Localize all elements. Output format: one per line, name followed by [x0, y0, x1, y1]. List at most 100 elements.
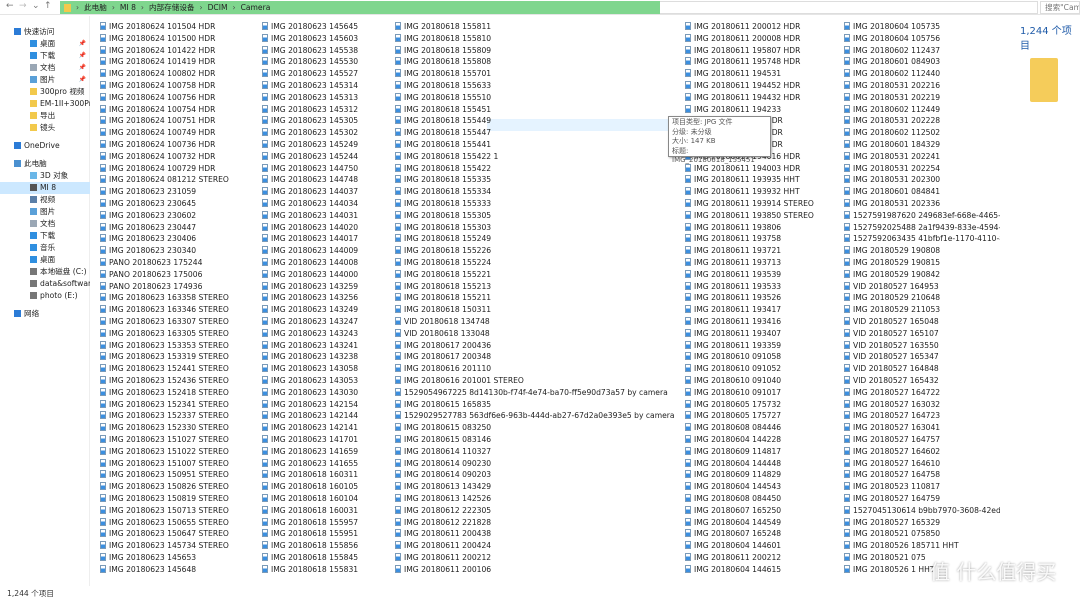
sidebar-item[interactable]: 3D 对象 — [0, 170, 90, 182]
file-item[interactable]: IMG 20180611 195748 HDR — [685, 56, 840, 67]
file-item[interactable]: IMG 20180618 155441 — [395, 139, 680, 150]
file-item[interactable]: HDR — [766, 115, 806, 126]
address-bar-empty[interactable] — [660, 1, 1038, 14]
file-item[interactable]: IMG 20180623 141659 — [262, 446, 387, 457]
file-item[interactable]: IMG 20180624 100749 HDR — [100, 127, 255, 138]
file-item[interactable]: IMG 20180531 202219 — [844, 92, 1000, 103]
file-item[interactable]: IMG 20180611 200212 — [395, 552, 680, 563]
file-item[interactable]: IMG 20180623 143030 — [262, 387, 387, 398]
file-item[interactable]: IMG 20180604 144543 — [685, 481, 840, 492]
file-item[interactable]: IMG 20180623 150826 STEREO — [100, 481, 255, 492]
file-item[interactable]: VID 20180527 164953 — [844, 281, 1000, 292]
file-item[interactable]: IMG 20180624 100754 HDR — [100, 104, 255, 115]
file-item[interactable]: IMG 20180623 143249 — [262, 304, 387, 315]
file-item[interactable]: IMG 20180618 155224 — [395, 257, 680, 268]
file-item[interactable]: IMG 20180623 143238 — [262, 351, 387, 362]
file-item[interactable]: IMG 20180624 100736 HDR — [100, 139, 255, 150]
file-item[interactable]: IMG 20180623 144008 — [262, 257, 387, 268]
file-item[interactable]: IMG 20180607 165248 — [685, 528, 840, 539]
file-item[interactable]: IMG 20180615 165835 — [395, 399, 680, 410]
file-item[interactable]: IMG 20180623 150951 STEREO — [100, 469, 255, 480]
file-item[interactable]: IMG 20180618 155422 — [395, 163, 680, 174]
file-item[interactable]: IMG 20180618 155809 — [395, 45, 680, 56]
file-item[interactable]: PANO 20180623 175244 — [100, 257, 255, 268]
file-item[interactable]: IMG 20180611 194531 — [685, 68, 840, 79]
file-item[interactable]: IMG 20180623 230602 — [100, 210, 255, 221]
file-item[interactable]: IMG 20180612 222305 — [395, 505, 680, 516]
file-item[interactable]: IMG 20180618 155701 — [395, 68, 680, 79]
breadcrumb-separator-icon[interactable]: › — [76, 3, 79, 12]
file-item[interactable]: 1527045130614 b9bb7970-3608-42ed-8098- — [844, 505, 1000, 516]
file-item[interactable]: IMG 20180623 150713 STEREO — [100, 505, 255, 516]
file-item[interactable]: IMG 20180527 163041 — [844, 422, 1000, 433]
file-item[interactable]: IMG 20180531 202254 — [844, 163, 1000, 174]
file-item[interactable]: IMG 20180623 145249 — [262, 139, 387, 150]
file-item[interactable]: IMG 20180623 144037 — [262, 186, 387, 197]
file-item[interactable]: IMG 20180623 152330 STEREO — [100, 422, 255, 433]
file-item[interactable]: IMG 20180527 164610 — [844, 458, 1000, 469]
file-item[interactable]: IMG 20180527 164758 — [844, 469, 1000, 480]
file-item[interactable]: IMG 20180623 150819 STEREO — [100, 493, 255, 504]
file-item[interactable]: IMG 20180624 101504 HDR — [100, 21, 255, 32]
file-item[interactable]: IMG 20180611 195807 HDR — [685, 45, 840, 56]
file-item[interactable]: IMG 20180623 143256 — [262, 292, 387, 303]
breadcrumb-item[interactable]: MI 8 — [120, 3, 136, 12]
sidebar-item[interactable]: 本地磁盘 (C:) — [0, 266, 90, 278]
file-item[interactable]: IMG 20180602 112440 — [844, 68, 1000, 79]
file-item[interactable]: IMG 20180618 160031 — [262, 505, 387, 516]
file-item[interactable]: IMG 20180623 145653 — [100, 552, 255, 563]
breadcrumb-item[interactable]: DCIM — [208, 3, 228, 12]
file-item[interactable]: IMG 20180618 155213 — [395, 281, 680, 292]
pin-icon[interactable]: 📌 — [79, 62, 86, 74]
file-item[interactable]: IMG 20180531 202216 — [844, 80, 1000, 91]
file-item[interactable]: IMG 20180611 193806 — [685, 222, 840, 233]
file-item[interactable]: IMG 20180623 144034 — [262, 198, 387, 209]
sidebar-item[interactable]: 快速访问 — [0, 26, 90, 38]
recent-locations-button[interactable]: ⌄ — [32, 1, 40, 11]
sidebar-item[interactable]: 音乐 — [0, 242, 90, 254]
sidebar-item[interactable]: 300pro 视频 — [0, 86, 90, 98]
file-item[interactable]: IMG 20180618 155957 — [262, 517, 387, 528]
file-item[interactable]: IMG 20180611 193758 — [685, 233, 840, 244]
file-item[interactable]: IMG 20180527 163032 — [844, 399, 1000, 410]
file-item[interactable]: IMG 20180531 202300 — [844, 174, 1000, 185]
file-item[interactable]: IMG 20180616 201110 — [395, 363, 680, 374]
file-item[interactable]: IMG 20180531 202228 — [844, 115, 1000, 126]
file-item[interactable]: IMG 20180623 230447 — [100, 222, 255, 233]
file-item[interactable]: IMG 20180611 193914 STEREO — [685, 198, 840, 209]
sidebar-item[interactable]: 镜头 — [0, 122, 90, 134]
file-item[interactable]: 1527591987620 249683ef-668e-4465-b5d3-1 — [844, 210, 1000, 221]
file-item[interactable]: IMG 20180608 084446 — [685, 422, 840, 433]
sidebar-item[interactable]: data&software (D: — [0, 278, 90, 290]
file-item[interactable]: HDR — [766, 139, 806, 150]
file-item[interactable]: IMG 20180604 105756 — [844, 33, 1000, 44]
forward-button[interactable]: → — [19, 1, 27, 11]
file-item[interactable]: VID 20180527 164848 — [844, 363, 1000, 374]
file-item[interactable]: IMG 20180605 175727 — [685, 410, 840, 421]
file-item[interactable]: IMG 20180615 083250 — [395, 422, 680, 433]
file-item[interactable]: IMG 20180623 152337 STEREO — [100, 410, 255, 421]
file-item[interactable]: IMG 20180618 155422 1 — [395, 151, 680, 162]
sidebar-item[interactable]: 导出 — [0, 110, 90, 122]
file-item[interactable]: IMG 20180624 081212 STEREO — [100, 174, 255, 185]
file-item[interactable]: PANO 20180623 175006 — [100, 269, 255, 280]
file-item[interactable]: IMG 20180609 114817 — [685, 446, 840, 457]
file-item[interactable]: IMG 20180611 200008 HDR — [685, 33, 840, 44]
file-item[interactable]: IMG 20180624 100758 HDR — [100, 80, 255, 91]
file-item[interactable]: IMG 20180609 114829 — [685, 469, 840, 480]
file-item[interactable]: IMG 20180623 141655 — [262, 458, 387, 469]
file-item[interactable]: IMG 20180618 155335 — [395, 174, 680, 185]
file-item[interactable]: IMG 20180618 155510 — [395, 92, 680, 103]
file-item[interactable]: IMG 20180604 144615 — [685, 564, 840, 575]
file-item[interactable]: IMG 20180623 151027 STEREO — [100, 434, 255, 445]
file-item[interactable]: IMG 20180618 155211 — [395, 292, 680, 303]
breadcrumb-item[interactable]: 此电脑 — [84, 2, 107, 13]
file-item[interactable]: IMG 20180618 155633 — [395, 80, 680, 91]
file-item[interactable]: IMG 20180602 112437 — [844, 45, 1000, 56]
sidebar-item[interactable]: 文档 📌 — [0, 62, 90, 74]
file-item[interactable]: IMG 20180623 141701 — [262, 434, 387, 445]
file-item[interactable]: IMG 20180618 155808 — [395, 56, 680, 67]
file-item[interactable]: IMG 20180618 155449 — [395, 115, 680, 126]
file-item[interactable]: 1527592025488 2a1f9439-833e-4594-9e19-a — [844, 222, 1000, 233]
file-item[interactable]: IMG 20180623 144020 — [262, 222, 387, 233]
